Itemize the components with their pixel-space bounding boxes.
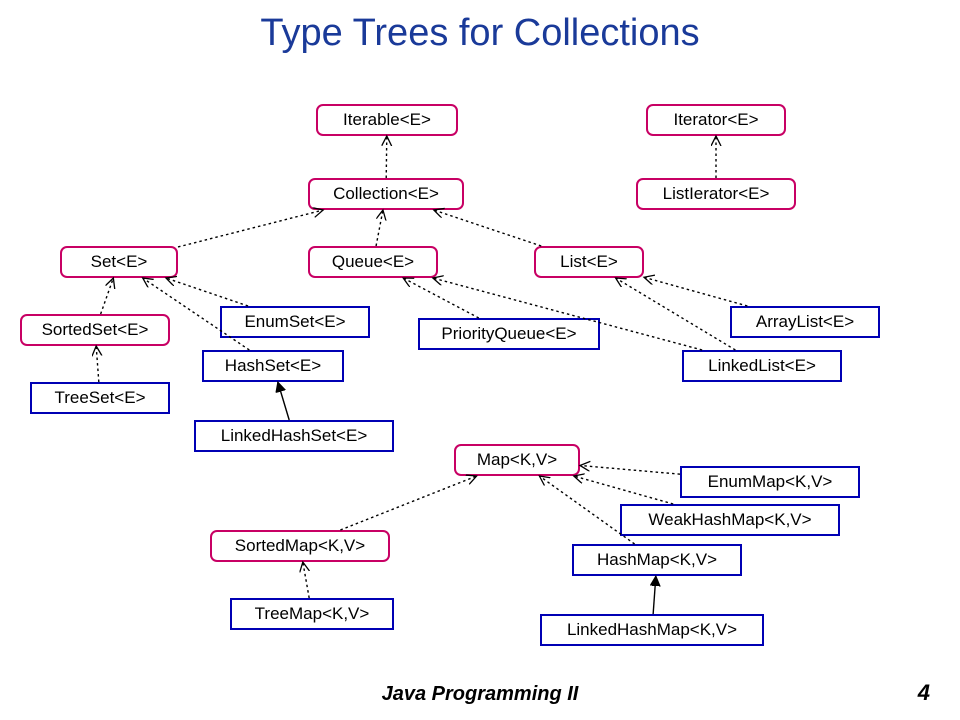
node-set: Set<E> [60,246,178,278]
footer-course: Java Programming II [0,683,960,706]
edge-sortedset-to-set [101,278,114,314]
edge-linkedhashset-to-hashset [278,382,289,420]
edge-linkedhashmap-to-hashmap [653,576,656,614]
edge-treemap-to-sortedmap [303,562,309,598]
node-hashmap: HashMap<K,V> [572,544,742,576]
node-iterable: Iterable<E> [316,104,458,136]
edge-list-to-collection [434,210,541,246]
node-treemap: TreeMap<K,V> [230,598,394,630]
node-listiterator: ListIerator<E> [636,178,796,210]
edge-weakhashmap-to-map [574,476,673,504]
node-priorityqueue: PriorityQueue<E> [418,318,600,350]
node-list: List<E> [534,246,644,278]
edge-priorityqueue-to-queue [403,278,479,318]
node-linkedlist: LinkedList<E> [682,350,842,382]
edge-arraylist-to-list [644,277,747,306]
node-hashset: HashSet<E> [202,350,344,382]
node-linkedhashmap: LinkedHashMap<K,V> [540,614,764,646]
node-map: Map<K,V> [454,444,580,476]
node-linkedhashset: LinkedHashSet<E> [194,420,394,452]
edge-treeset-to-sortedset [96,346,99,382]
slide-title: Type Trees for Collections [0,12,960,55]
edge-queue-to-collection [376,210,383,246]
edge-linkedlist-to-list [616,278,736,350]
node-sortedmap: SortedMap<K,V> [210,530,390,562]
node-treeset: TreeSet<E> [30,382,170,414]
edge-set-to-collection [178,210,323,247]
node-arraylist: ArrayList<E> [730,306,880,338]
node-iterator: Iterator<E> [646,104,786,136]
node-collection: Collection<E> [308,178,464,210]
node-enumset: EnumSet<E> [220,306,370,338]
node-weakhashmap: WeakHashMap<K,V> [620,504,840,536]
slide-number: 4 [918,680,930,706]
edge-enumset-to-set [166,278,248,306]
node-sortedset: SortedSet<E> [20,314,170,346]
edge-sortedmap-to-map [340,476,476,530]
edge-collection-to-iterable [386,136,387,178]
node-enummap: EnumMap<K,V> [680,466,860,498]
node-queue: Queue<E> [308,246,438,278]
edge-enummap-to-map [580,465,680,474]
